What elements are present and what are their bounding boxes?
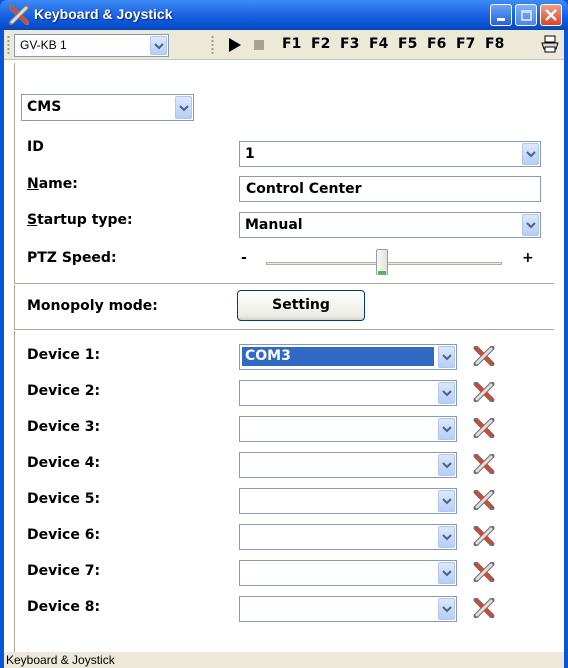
- chevron-down-icon[interactable]: [438, 562, 455, 584]
- f5-button[interactable]: F5: [398, 36, 417, 52]
- status-bar: Keyboard & Joystick: [4, 652, 564, 668]
- name-field-value: Control Center: [246, 181, 362, 197]
- device-1-label: Device 1:: [27, 347, 101, 363]
- remove-device-icon[interactable]: [473, 597, 495, 619]
- chevron-down-icon[interactable]: [150, 36, 167, 55]
- device-1-select[interactable]: COM3: [239, 344, 457, 370]
- device-2-label: Device 2:: [27, 383, 101, 399]
- startup-type-label-accel: S: [27, 212, 38, 228]
- chevron-down-icon[interactable]: [522, 143, 539, 165]
- setting-button[interactable]: Setting: [237, 290, 365, 321]
- device-5-label: Device 5:: [27, 491, 101, 507]
- id-select-value: 1: [245, 146, 255, 162]
- device-4-label: Device 4:: [27, 455, 101, 471]
- chevron-down-icon[interactable]: [438, 382, 455, 404]
- title-bar[interactable]: Keyboard & Joystick: [0, 0, 568, 30]
- panel-frame: [14, 63, 15, 653]
- name-label-accel: N: [27, 176, 39, 192]
- remove-device-icon[interactable]: [473, 381, 495, 403]
- id-select[interactable]: 1: [239, 141, 541, 167]
- id-label: ID: [27, 139, 44, 155]
- device-6-select[interactable]: [239, 524, 457, 550]
- remove-device-icon[interactable]: [473, 561, 495, 583]
- ptz-speed-slider-thumb[interactable]: [376, 249, 388, 275]
- client-area: GV-KB 1 F1 F2 F3 F4 F5 F6 F7 F8 CMS ID 1…: [4, 30, 564, 668]
- device-8-label: Device 8:: [27, 599, 101, 615]
- chevron-down-icon[interactable]: [175, 96, 192, 119]
- remove-device-icon[interactable]: [473, 345, 495, 367]
- keyboard-select[interactable]: GV-KB 1: [14, 34, 169, 57]
- name-field[interactable]: Control Center: [239, 176, 541, 202]
- remove-device-icon[interactable]: [473, 453, 495, 475]
- device-4-select[interactable]: [239, 452, 457, 478]
- name-label: Name:: [27, 176, 78, 192]
- remove-device-icon[interactable]: [473, 525, 495, 547]
- device-3-label: Device 3:: [27, 419, 101, 435]
- f4-button[interactable]: F4: [369, 36, 388, 52]
- status-text: Keyboard & Joystick: [6, 653, 115, 667]
- ptz-speed-max-label: +: [522, 250, 534, 266]
- device-1-value: COM3: [242, 347, 434, 366]
- remove-device-icon[interactable]: [473, 489, 495, 511]
- toolbar-grip[interactable]: [7, 35, 10, 55]
- chevron-down-icon[interactable]: [438, 346, 455, 368]
- startup-type-select[interactable]: Manual: [239, 212, 541, 238]
- monopoly-mode-label: Monopoly mode:: [27, 298, 158, 314]
- device-6-label: Device 6:: [27, 527, 101, 543]
- close-button[interactable]: [540, 4, 562, 26]
- keyboard-select-value: GV-KB 1: [20, 38, 67, 52]
- joystick-app-icon: [9, 5, 29, 25]
- chevron-down-icon[interactable]: [522, 214, 539, 236]
- toolbar-grip[interactable]: [211, 35, 214, 55]
- f6-button[interactable]: F6: [427, 36, 446, 52]
- chevron-down-icon[interactable]: [438, 598, 455, 620]
- startup-type-value: Manual: [245, 217, 303, 233]
- f1-button[interactable]: F1: [282, 36, 301, 52]
- name-label-rest: ame:: [38, 176, 78, 192]
- chevron-down-icon[interactable]: [438, 526, 455, 548]
- device-2-select[interactable]: [239, 380, 457, 406]
- toolbar: GV-KB 1 F1 F2 F3 F4 F5 F6 F7 F8: [4, 30, 564, 60]
- maximize-icon: [521, 10, 532, 21]
- divider: [14, 283, 554, 285]
- device-3-select[interactable]: [239, 416, 457, 442]
- startup-type-label-rest: tartup type:: [37, 212, 133, 228]
- stop-icon[interactable]: [254, 40, 264, 50]
- startup-type-label: Startup type:: [27, 212, 133, 228]
- mode-select[interactable]: CMS: [21, 94, 194, 121]
- mode-select-value: CMS: [27, 99, 62, 115]
- f8-button[interactable]: F8: [485, 36, 504, 52]
- device-8-select[interactable]: [239, 596, 457, 622]
- printer-icon[interactable]: [541, 35, 559, 53]
- device-5-select[interactable]: [239, 488, 457, 514]
- device-7-select[interactable]: [239, 560, 457, 586]
- ptz-speed-label: PTZ Speed:: [27, 250, 117, 266]
- app-window: Keyboard & Joystick GV-KB 1 F1 F2 F3 F4 …: [0, 0, 568, 668]
- divider: [14, 329, 554, 331]
- f2-button[interactable]: F2: [311, 36, 330, 52]
- remove-device-icon[interactable]: [473, 417, 495, 439]
- chevron-down-icon[interactable]: [438, 454, 455, 476]
- chevron-down-icon[interactable]: [438, 418, 455, 440]
- close-icon: [545, 9, 557, 21]
- minimize-icon: [497, 18, 505, 21]
- ptz-speed-min-label: -: [241, 250, 247, 266]
- chevron-down-icon[interactable]: [438, 490, 455, 512]
- f3-button[interactable]: F3: [340, 36, 359, 52]
- f7-button[interactable]: F7: [456, 36, 475, 52]
- minimize-button[interactable]: [490, 4, 512, 26]
- maximize-button[interactable]: [515, 4, 537, 26]
- play-icon[interactable]: [229, 38, 241, 52]
- device-7-label: Device 7:: [27, 563, 101, 579]
- window-title: Keyboard & Joystick: [34, 6, 173, 22]
